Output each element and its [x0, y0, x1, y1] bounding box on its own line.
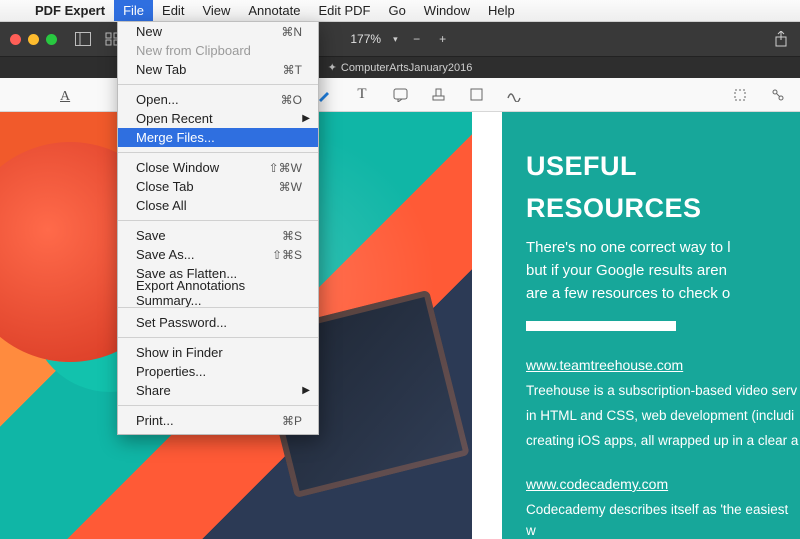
divider	[526, 321, 676, 331]
menu-item-label: New from Clipboard	[136, 43, 251, 58]
sidebar-toggle-icon[interactable]	[75, 32, 91, 46]
zoom-level[interactable]: 177%	[350, 32, 381, 46]
menu-item-label: Merge Files...	[136, 130, 215, 145]
menu-item-open[interactable]: Open... ⌘O	[118, 90, 318, 109]
menu-item-shortcut: ⌘O	[281, 93, 302, 107]
menu-item-label: Properties...	[136, 364, 206, 379]
page-gap	[472, 112, 502, 539]
text-tool-icon[interactable]: T	[354, 87, 370, 103]
page-right: USEFUL RESOURCES There's no one correct …	[502, 112, 800, 539]
minimize-window-button[interactable]	[28, 34, 39, 45]
menu-item-export-annotations-summary[interactable]: Export Annotations Summary...	[118, 283, 318, 302]
menu-item-label: Close Window	[136, 160, 219, 175]
menu-edit[interactable]: Edit	[153, 0, 193, 21]
stamp-icon[interactable]	[430, 87, 446, 103]
menu-item-label: Open Recent	[136, 111, 213, 126]
menu-item-label: Close All	[136, 198, 187, 213]
menu-item-label: Show in Finder	[136, 345, 223, 360]
menu-item-close-window[interactable]: Close Window ⇧⌘W	[118, 158, 318, 177]
window-controls	[0, 34, 57, 45]
menu-item-shortcut: ⌘S	[282, 229, 302, 243]
app-menu[interactable]: PDF Expert	[26, 0, 114, 21]
doc-para-1b: in HTML and CSS, web development (includ…	[526, 406, 800, 427]
menu-item-shortcut: ⌘N	[281, 25, 302, 39]
menu-item-label: Close Tab	[136, 179, 194, 194]
menu-item-merge-files[interactable]: Merge Files...	[118, 128, 318, 147]
note-icon[interactable]	[392, 87, 408, 103]
menu-item-show-in-finder[interactable]: Show in Finder	[118, 343, 318, 362]
menu-edit-pdf[interactable]: Edit PDF	[309, 0, 379, 21]
doc-lead-3: are a few resources to check o	[526, 282, 800, 305]
submenu-arrow-icon: ▶	[302, 385, 310, 396]
doc-para-1a: Treehouse is a subscription-based video …	[526, 381, 800, 402]
menu-window[interactable]: Window	[415, 0, 479, 21]
menu-separator	[118, 307, 318, 308]
doc-link-1: www.teamtreehouse.com	[526, 355, 800, 377]
menu-annotate[interactable]: Annotate	[239, 0, 309, 21]
share-icon[interactable]	[774, 31, 788, 47]
menu-item-new-from-clipboard: New from Clipboard	[118, 41, 318, 60]
menu-item-shortcut: ⇧⌘S	[272, 248, 302, 262]
favorite-icon[interactable]: ✦	[328, 61, 337, 74]
tool-icon[interactable]	[770, 87, 786, 103]
menu-item-label: Export Annotations Summary...	[136, 278, 302, 308]
menu-separator	[118, 220, 318, 221]
menu-item-close-all[interactable]: Close All	[118, 196, 318, 215]
menu-separator	[118, 152, 318, 153]
menu-item-shortcut: ⌘W	[279, 180, 302, 194]
menu-item-label: Print...	[136, 413, 174, 428]
doc-para-2a: Codecademy describes itself as 'the easi…	[526, 500, 800, 539]
zoom-in-button[interactable]: +	[436, 32, 450, 46]
tab-title[interactable]: ComputerArtsJanuary2016	[341, 62, 472, 74]
submenu-arrow-icon: ▶	[302, 113, 310, 124]
menu-item-open-recent[interactable]: Open Recent ▶	[118, 109, 318, 128]
zoom-dropdown-icon[interactable]: ▾	[393, 34, 398, 45]
signature-icon[interactable]	[506, 87, 522, 103]
menu-file[interactable]: File	[114, 0, 153, 21]
menu-go[interactable]: Go	[379, 0, 414, 21]
menu-item-label: Open...	[136, 92, 179, 107]
menu-item-new-tab[interactable]: New Tab ⌘T	[118, 60, 318, 79]
doc-link-2: www.codecademy.com	[526, 474, 800, 496]
menu-item-properties[interactable]: Properties...	[118, 362, 318, 381]
menu-view[interactable]: View	[193, 0, 239, 21]
file-menu-dropdown: New ⌘N New from Clipboard New Tab ⌘T Open... ⌘…	[117, 22, 319, 435]
zoom-out-button[interactable]: −	[410, 32, 424, 46]
menu-item-new[interactable]: New ⌘N	[118, 22, 318, 41]
doc-lead-1: There's no one correct way to l	[526, 236, 800, 259]
menu-separator	[118, 84, 318, 85]
close-window-button[interactable]	[10, 34, 21, 45]
menu-item-share[interactable]: Share ▶	[118, 381, 318, 400]
menu-separator	[118, 405, 318, 406]
doc-heading: USEFUL RESOURCES	[526, 146, 800, 230]
menu-help[interactable]: Help	[479, 0, 524, 21]
menu-item-label: Save As...	[136, 247, 195, 262]
menu-item-label: Save	[136, 228, 166, 243]
doc-para-1c: creating iOS apps, all wrapped up in a c…	[526, 431, 800, 452]
menu-item-print[interactable]: Print... ⌘P	[118, 411, 318, 430]
menu-item-label: Set Password...	[136, 315, 227, 330]
menu-item-save[interactable]: Save ⌘S	[118, 226, 318, 245]
menu-item-close-tab[interactable]: Close Tab ⌘W	[118, 177, 318, 196]
shape-icon[interactable]	[468, 87, 484, 103]
menu-item-label: New	[136, 24, 162, 39]
menu-item-label: New Tab	[136, 62, 186, 77]
mac-menubar: PDF Expert File Edit View Annotate Edit …	[0, 0, 800, 22]
menu-separator	[118, 337, 318, 338]
menu-item-label: Share	[136, 383, 171, 398]
menu-item-set-password[interactable]: Set Password...	[118, 313, 318, 332]
text-style-icon[interactable]: A	[60, 87, 76, 103]
doc-lead-2: but if your Google results aren	[526, 259, 800, 282]
crop-icon[interactable]	[732, 87, 748, 103]
svg-text:A: A	[60, 89, 71, 102]
menu-item-shortcut: ⌘P	[282, 414, 302, 428]
zoom-window-button[interactable]	[46, 34, 57, 45]
menu-item-shortcut: ⌘T	[283, 63, 302, 77]
menu-item-shortcut: ⇧⌘W	[269, 161, 302, 175]
menu-item-save-as[interactable]: Save As... ⇧⌘S	[118, 245, 318, 264]
